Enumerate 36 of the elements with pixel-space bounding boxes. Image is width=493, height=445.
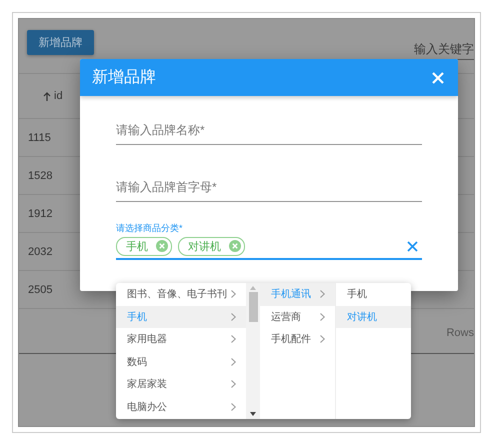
category-option[interactable]: 手机 [336, 283, 411, 306]
chevron-right-icon [231, 380, 236, 388]
chevron-right-icon [231, 335, 236, 344]
dialog-title: 新增品牌 [92, 68, 156, 88]
category-option[interactable]: 家用电器 [116, 328, 246, 350]
category-option[interactable]: 手机配件 [260, 328, 335, 350]
clear-icon[interactable] [407, 240, 418, 252]
scroll-up-icon[interactable] [250, 286, 256, 290]
chevron-right-icon [320, 335, 325, 344]
close-icon[interactable] [432, 72, 444, 84]
category-option[interactable]: 数码 [116, 350, 246, 373]
add-brand-button[interactable]: 新增品牌 [27, 30, 94, 55]
chevron-right-icon [231, 290, 236, 298]
category-option[interactable]: 电脑办公 [116, 396, 246, 418]
chevron-right-icon [320, 290, 325, 298]
table-cell: 2505 [28, 284, 52, 296]
table-cell: 1115 [28, 132, 51, 144]
remove-icon[interactable] [156, 240, 168, 252]
scroll-down-icon[interactable] [250, 412, 256, 416]
chevron-right-icon [231, 402, 236, 411]
category-option[interactable]: 家居家装 [116, 373, 246, 396]
category-option[interactable]: 图书、音像、电子书刊 [116, 283, 246, 306]
table-cell: 1528 [28, 170, 52, 182]
scrollbar-thumb[interactable] [248, 292, 258, 322]
scrollbar[interactable] [246, 283, 260, 419]
rows-per-page-label: Rows [446, 327, 474, 339]
search-field[interactable]: 输入关键字 [412, 39, 474, 60]
table-cell: 2032 [28, 246, 52, 258]
sort-up-icon[interactable] [43, 92, 51, 100]
column-header[interactable]: id [54, 90, 63, 102]
chevron-right-icon [320, 312, 325, 321]
category-option[interactable]: 运营商 [260, 306, 335, 328]
table-cell: 1912 [28, 208, 52, 220]
remove-icon[interactable] [229, 240, 241, 252]
chevron-right-icon [231, 358, 236, 366]
chevron-right-icon [231, 312, 236, 321]
